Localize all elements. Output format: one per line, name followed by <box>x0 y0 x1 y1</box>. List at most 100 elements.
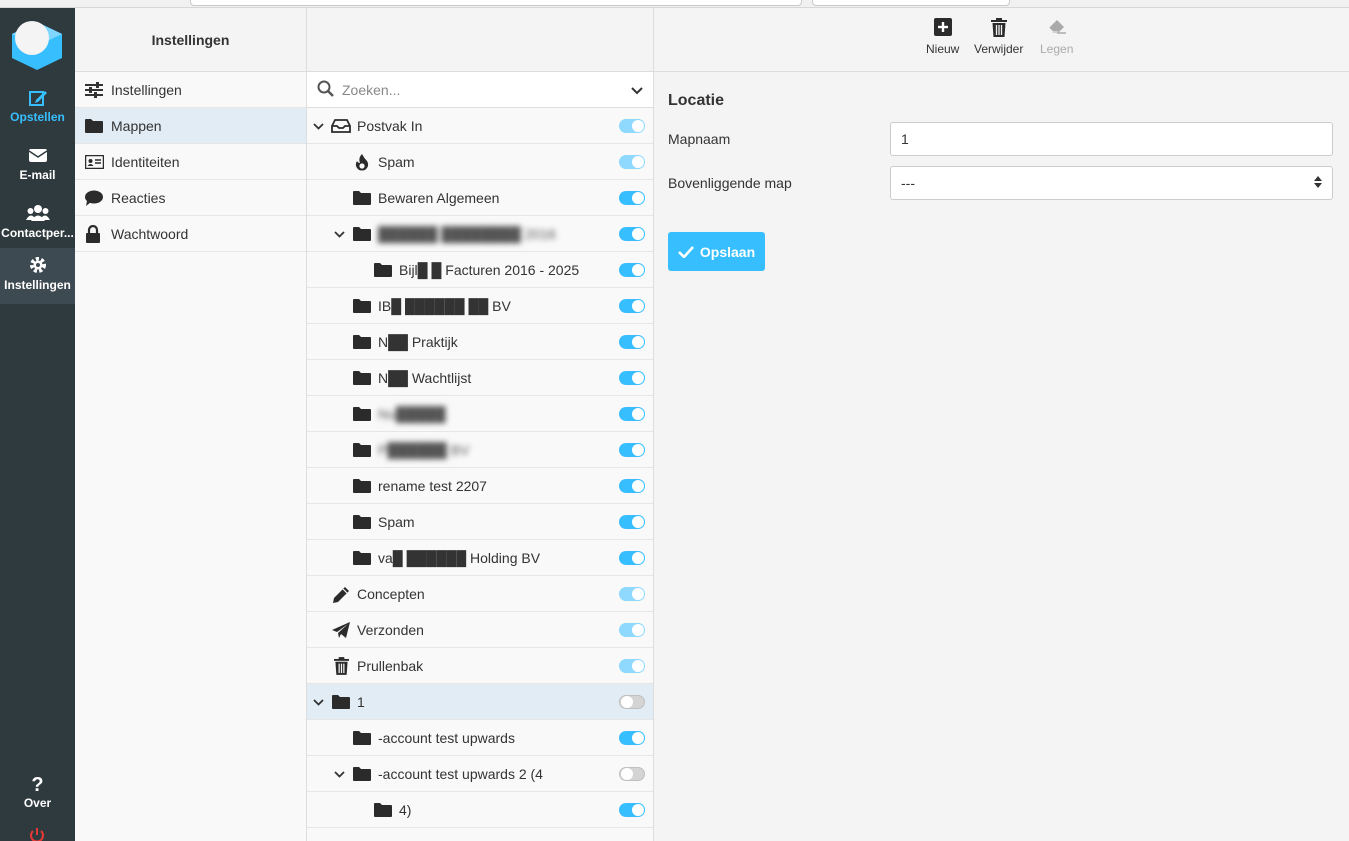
subscription-toggle[interactable] <box>619 263 645 277</box>
checkmark-icon <box>677 245 694 258</box>
folder-name: ██████ ████████ 2016 <box>378 226 556 242</box>
folder-list: Postvak In Spam Bewaren Algemeen ██████ ███… <box>307 108 653 828</box>
fire-icon <box>352 153 372 170</box>
folder-row[interactable]: -account test upwards <box>307 720 653 756</box>
nav-compose[interactable]: Opstellen <box>0 82 75 138</box>
folder-row[interactable]: Prullenbak <box>307 648 653 684</box>
section-item-wachtwoord[interactable]: Wachtwoord <box>75 216 306 252</box>
section-item-reacties[interactable]: Reacties <box>75 180 306 216</box>
parent-folder-select[interactable]: --- <box>890 166 1333 200</box>
folder-name: Prullenbak <box>357 658 424 674</box>
nav-settings[interactable]: Instellingen <box>0 248 75 304</box>
folder-row[interactable]: Nu█████ <box>307 396 653 432</box>
nav-about[interactable]: ? Over <box>0 768 75 824</box>
subscription-toggle[interactable] <box>619 515 645 529</box>
parent-label: Bovenliggende map <box>668 175 792 191</box>
nav-email[interactable]: E-mail <box>0 140 75 196</box>
folder-row[interactable]: Bijl█ █ Facturen 2016 - 2025 <box>307 252 653 288</box>
section-item-instellingen[interactable]: Instellingen <box>75 72 306 108</box>
gear-icon <box>0 256 75 278</box>
subscription-toggle[interactable] <box>619 695 645 709</box>
subscription-toggle[interactable] <box>619 587 645 601</box>
folder-name: Concepten <box>357 586 425 602</box>
folder-name: -account test upwards <box>378 730 515 746</box>
folder-row[interactable]: N██ Praktijk <box>307 324 653 360</box>
folder-row[interactable]: Verzonden <box>307 612 653 648</box>
folder-row[interactable]: -account test upwards 2 (4 <box>307 756 653 792</box>
folders-header <box>307 8 653 72</box>
paper-plane-icon <box>331 621 351 638</box>
folder-name: Nu█████ <box>378 406 446 422</box>
chevron-down-icon[interactable] <box>312 696 324 708</box>
folder-icon <box>373 802 393 818</box>
folder-name: P██████ BV <box>378 442 470 458</box>
subscription-toggle[interactable] <box>619 803 645 817</box>
subscription-toggle[interactable] <box>619 119 645 133</box>
folder-icon <box>352 478 372 494</box>
empty-button[interactable]: Legen <box>1040 18 1073 56</box>
subscription-toggle[interactable] <box>619 731 645 745</box>
chevron-down-icon[interactable] <box>333 228 345 240</box>
section-item-identiteiten[interactable]: Identiteiten <box>75 144 306 180</box>
folder-search <box>307 72 653 108</box>
folder-row[interactable]: ██████ ████████ 2016 <box>307 216 653 252</box>
subscription-toggle[interactable] <box>619 407 645 421</box>
subscription-toggle[interactable] <box>619 371 645 385</box>
sections-header: Instellingen <box>75 8 306 72</box>
save-button[interactable]: Opslaan <box>668 232 765 271</box>
subscription-toggle[interactable] <box>619 767 645 781</box>
chevron-down-icon[interactable] <box>333 768 345 780</box>
browser-search-bar[interactable] <box>812 0 1010 6</box>
folder-icon <box>352 730 372 746</box>
folder-row[interactable]: 1 <box>307 684 653 720</box>
subscription-toggle[interactable] <box>619 623 645 637</box>
subscription-toggle[interactable] <box>619 479 645 493</box>
folder-name-input[interactable]: 1 <box>890 122 1333 156</box>
folder-row[interactable]: P██████ BV <box>307 432 653 468</box>
folder-row[interactable]: IB█ ██████ ██ BV <box>307 288 653 324</box>
folder-icon <box>352 190 372 206</box>
search-icon[interactable] <box>317 80 334 100</box>
folder-icon <box>352 226 372 242</box>
logout-icon[interactable] <box>28 826 46 841</box>
folder-row[interactable]: N██ Wachtlijst <box>307 360 653 396</box>
folder-name: Bewaren Algemeen <box>378 190 500 206</box>
folder-name: N██ Wachtlijst <box>378 370 472 386</box>
chevron-down-icon[interactable] <box>312 120 324 132</box>
chevron-down-icon[interactable] <box>631 82 643 98</box>
folder-row[interactable]: 4) <box>307 792 653 828</box>
section-item-mappen[interactable]: Mappen <box>75 108 306 144</box>
subscription-toggle[interactable] <box>619 227 645 241</box>
search-input[interactable] <box>342 81 631 98</box>
subscription-toggle[interactable] <box>619 443 645 457</box>
folder-icon <box>352 370 372 386</box>
id-card-icon <box>85 154 111 169</box>
folder-row[interactable]: Concepten <box>307 576 653 612</box>
folder-name: 4) <box>399 802 412 818</box>
folder-row[interactable]: va█ ██████ Holding BV <box>307 540 653 576</box>
folder-row[interactable]: Bewaren Algemeen <box>307 180 653 216</box>
folder-icon <box>352 334 372 350</box>
nav-contacts[interactable]: Contactper... <box>0 198 75 254</box>
folder-icon <box>352 550 372 566</box>
eraser-icon <box>1040 18 1073 42</box>
subscription-toggle[interactable] <box>619 659 645 673</box>
delete-button[interactable]: Verwijder <box>974 18 1023 56</box>
subscription-toggle[interactable] <box>619 191 645 205</box>
folder-name: Spam <box>378 514 415 530</box>
subscription-toggle[interactable] <box>619 551 645 565</box>
new-button[interactable]: Nieuw <box>926 18 959 56</box>
toolbar: Nieuw Verwijder Legen <box>654 8 1349 72</box>
folder-row[interactable]: Spam <box>307 144 653 180</box>
folder-name: IB█ ██████ ██ BV <box>378 298 511 314</box>
folder-row[interactable]: rename test 2207 <box>307 468 653 504</box>
app-navigation: Opstellen E-mail Contactper... Instellin… <box>0 8 75 841</box>
subscription-toggle[interactable] <box>619 335 645 349</box>
subscription-toggle[interactable] <box>619 155 645 169</box>
folder-row[interactable]: Spam <box>307 504 653 540</box>
folder-row[interactable]: Postvak In <box>307 108 653 144</box>
subscription-toggle[interactable] <box>619 299 645 313</box>
lock-icon <box>85 224 111 243</box>
address-bar[interactable] <box>190 0 802 6</box>
compose-icon <box>0 88 75 110</box>
